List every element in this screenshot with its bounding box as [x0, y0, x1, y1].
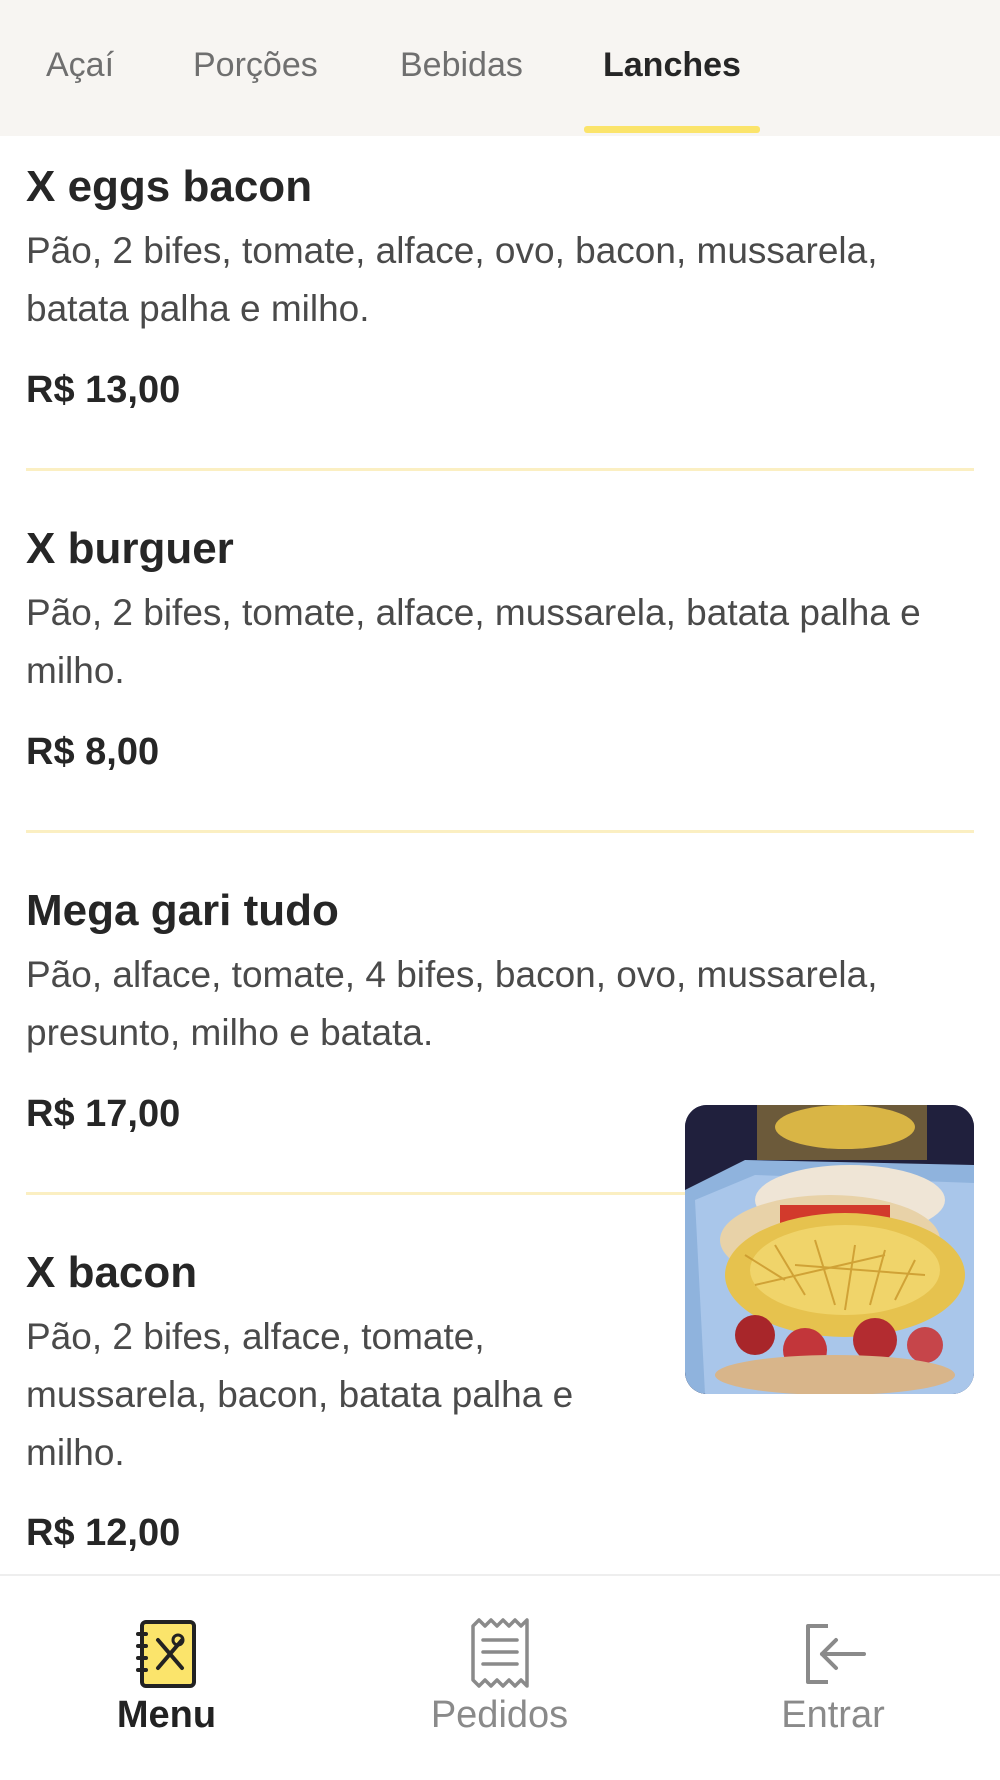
category-tabbar: Açaí Porções Bebidas Lanches	[0, 0, 1000, 136]
item-price: R$ 17,00	[26, 1093, 181, 1135]
bottom-navigation: Menu Pedidos Entrar	[0, 1574, 1000, 1780]
item-price: R$ 13,00	[26, 369, 181, 411]
x-bacon-photo[interactable]	[685, 1105, 974, 1394]
nav-entrar[interactable]: Entrar	[666, 1576, 1000, 1780]
item-divider	[26, 468, 974, 471]
receipt-icon	[470, 1618, 529, 1688]
active-tab-indicator	[584, 126, 760, 133]
item-name: X bacon	[26, 1248, 198, 1297]
tab-lanches[interactable]: Lanches	[603, 46, 741, 85]
tab-porcoes[interactable]: Porções	[193, 46, 318, 85]
item-description: Pão, 2 bifes, alface, tomate, mussarela,…	[26, 1316, 574, 1473]
item-name: X eggs bacon	[26, 162, 313, 211]
item-price: R$ 8,00	[26, 731, 160, 773]
menu-book-icon	[135, 1620, 196, 1688]
tab-bebidas[interactable]: Bebidas	[400, 46, 523, 85]
item-name: Mega gari tudo	[26, 886, 339, 935]
item-divider	[26, 830, 974, 833]
item-description: Pão, 2 bifes, tomate, alface, mussarela,…	[26, 592, 921, 691]
nav-label: Entrar	[781, 1694, 885, 1736]
login-icon	[806, 1624, 866, 1684]
nav-menu[interactable]: Menu	[0, 1576, 333, 1780]
menu-item-x-eggs-bacon[interactable]: X eggs bacon Pão, 2 bifes, tomate, alfac…	[26, 162, 974, 482]
nav-label: Menu	[116, 1694, 217, 1736]
nav-label: Pedidos	[430, 1694, 569, 1736]
item-description: Pão, 2 bifes, tomate, alface, ovo, bacon…	[26, 230, 878, 329]
burger-photo-illustration	[685, 1105, 974, 1394]
menu-item-x-burguer[interactable]: X burguer Pão, 2 bifes, tomate, alface, …	[26, 524, 974, 844]
item-price: R$ 12,00	[26, 1512, 181, 1554]
item-description: Pão, alface, tomate, 4 bifes, bacon, ovo…	[26, 954, 878, 1053]
tab-acai[interactable]: Açaí	[46, 46, 114, 85]
nav-pedidos[interactable]: Pedidos	[333, 1576, 666, 1780]
item-name: X burguer	[26, 524, 234, 573]
